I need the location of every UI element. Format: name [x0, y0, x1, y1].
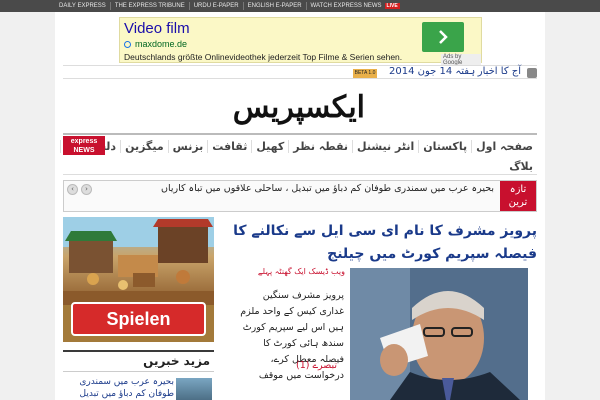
- ad-go-button[interactable]: [422, 22, 464, 52]
- story-byline: ویب ڈیسک ایک گھنٹہ پہلے: [257, 267, 345, 276]
- nav-item-home[interactable]: صفحہ اول: [471, 139, 537, 153]
- live-badge: LIVE: [384, 3, 400, 9]
- nav-item-business[interactable]: بزنس: [167, 139, 208, 153]
- ticker-next-button[interactable]: ›: [81, 184, 92, 195]
- more-news-header: مزید خبریں: [63, 350, 214, 372]
- date-row: BETA 1.0 ہفتہ 14 جون 2014 آج کا اخبار: [63, 65, 537, 79]
- ad-url-icon: [124, 40, 131, 48]
- ticker-prev-button[interactable]: ‹: [67, 184, 78, 195]
- top-link-watch-express-news[interactable]: WATCH EXPRESS NEWS LIVE: [307, 2, 404, 10]
- nav-row-primary: صفحہ اول پاکستان انٹر نیشنل نقطہ نظر کھی…: [59, 135, 537, 157]
- todays-paper-link[interactable]: آج کا اخبار: [478, 66, 521, 77]
- ad-title[interactable]: Video film: [124, 20, 190, 37]
- person-photo-image: [350, 268, 528, 400]
- ad-url-text: maxdome.de: [135, 39, 188, 49]
- beta-badge: BETA 1.0: [353, 69, 377, 78]
- top-links-bar: DAILY EXPRESS THE EXPRESS TRIBUNE URDU E…: [0, 0, 600, 12]
- top-links: DAILY EXPRESS THE EXPRESS TRIBUNE URDU E…: [55, 0, 404, 12]
- nav-item-pakistan[interactable]: پاکستان: [418, 139, 471, 153]
- current-date: ہفتہ 14 جون 2014: [389, 66, 476, 77]
- game-banner-ad[interactable]: Spielen: [63, 217, 214, 342]
- top-link-daily-express[interactable]: DAILY EXPRESS: [55, 2, 111, 10]
- nav-item-magazine[interactable]: میگزین: [120, 139, 168, 153]
- main-navigation: صفحہ اول پاکستان انٹر نیشنل نقطہ نظر کھی…: [59, 133, 537, 177]
- top-link-urdu-epaper[interactable]: URDU E-PAPER: [190, 2, 244, 10]
- ad-url[interactable]: maxdome.de: [124, 39, 187, 49]
- ad-description: Deutschlands größte Onlinevideothek jede…: [124, 52, 403, 62]
- google-text-ad[interactable]: Video film maxdome.de Deutschlands größt…: [119, 17, 482, 66]
- market-scene-image: [63, 217, 214, 305]
- top-link-english-epaper[interactable]: ENGLISH E-PAPER: [244, 2, 307, 10]
- comments-link[interactable]: تبصرے (1): [296, 360, 337, 371]
- list-item[interactable]: بحیرہ عرب میں سمندری طوفان کم دباؤ میں ت…: [63, 376, 214, 400]
- nav-item-opinion[interactable]: نقطہ نظر: [288, 139, 352, 153]
- news-thumbnail[interactable]: [176, 378, 212, 400]
- site-logo[interactable]: ایکسپریس: [233, 88, 366, 128]
- express-news-logo[interactable]: express NEWS: [63, 136, 105, 155]
- news-link[interactable]: بحیرہ عرب میں سمندری طوفان کم دباؤ میں ت…: [66, 376, 174, 400]
- rss-icon[interactable]: [527, 68, 537, 78]
- nav-item-international[interactable]: انٹر نیشنل: [352, 139, 418, 153]
- nav-item-blog[interactable]: بلاگ: [509, 157, 533, 177]
- ticker-headline[interactable]: بحیرہ عرب میں سمندری طوفان کم دباؤ میں ت…: [161, 181, 494, 197]
- nav-item-culture[interactable]: ثقافت: [207, 139, 251, 153]
- top-link-express-tribune[interactable]: THE EXPRESS TRIBUNE: [111, 2, 190, 10]
- more-news-title: مزید خبریں: [143, 354, 210, 368]
- watch-express-news-label: WATCH EXPRESS NEWS: [310, 3, 382, 9]
- chevron-right-icon: [439, 30, 448, 44]
- breaking-news-ticker: تازہ ترین بحیرہ عرب میں سمندری طوفان کم …: [63, 180, 537, 212]
- lead-story-headline[interactable]: پرویز مشرف کا نام ای سی ایل سے نکالنے کا…: [228, 220, 537, 266]
- play-button[interactable]: Spielen: [71, 302, 206, 336]
- ticker-label: تازہ ترین: [500, 181, 536, 211]
- lead-story-photo[interactable]: [350, 268, 528, 400]
- game-banner-illustration: [63, 217, 214, 305]
- nav-item-sports[interactable]: کھیل: [251, 139, 288, 153]
